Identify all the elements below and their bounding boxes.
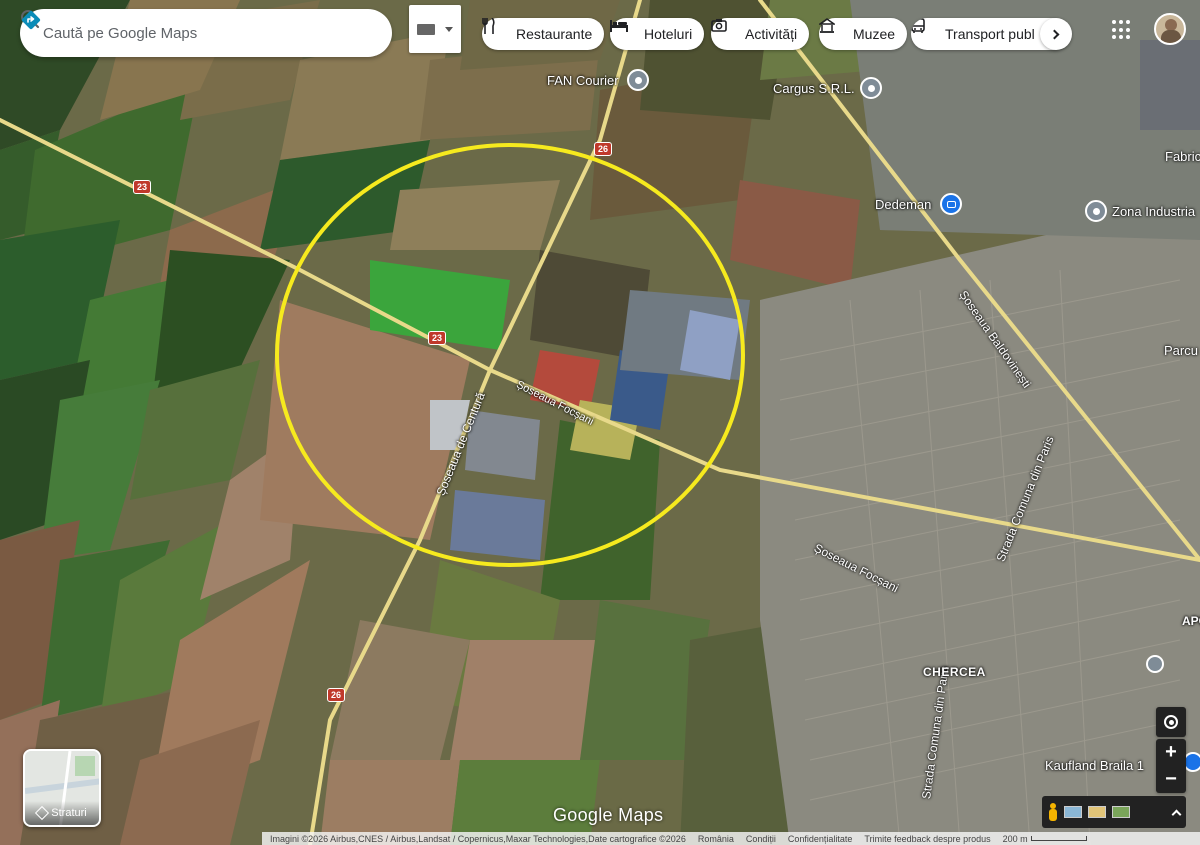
search-input[interactable] [20, 9, 306, 57]
layers-icon [35, 805, 50, 821]
keyboard-icon [417, 23, 435, 35]
category-restaurante[interactable]: Restaurante [482, 18, 605, 50]
zoom-controls: + − [1156, 739, 1186, 793]
imagery-thumb-1[interactable] [1064, 806, 1082, 818]
place-label-parc[interactable]: Parcu [1164, 343, 1198, 358]
chevron-right-icon [1049, 29, 1060, 39]
layers-label: Straturi [51, 807, 87, 819]
camera-icon [711, 19, 739, 43]
route-23-shield: 23 [133, 180, 151, 194]
place-label-cargus[interactable]: Cargus S.R.L. [773, 81, 855, 96]
attribution-footer: Imagini ©2026 Airbus,CNES / Airbus,Lands… [262, 832, 1200, 845]
category-label: Transport publ [945, 26, 1035, 42]
zoom-in-button[interactable]: + [1165, 739, 1177, 766]
satellite-map[interactable]: 23 23 26 26 Șoseaua de Centură Șoseaua F… [0, 0, 1200, 845]
imagery-thumb-2[interactable] [1088, 806, 1106, 818]
category-activitati[interactable]: Activități [711, 18, 810, 50]
place-label-kaufland[interactable]: Kaufland Braila 1 [1045, 758, 1144, 773]
category-hoteluri[interactable]: Hoteluri [610, 18, 705, 50]
categories-next-button[interactable] [1040, 18, 1072, 50]
poi-pin-icon[interactable] [627, 69, 649, 91]
place-label-zona-industriala[interactable]: Zona Industria [1112, 204, 1195, 219]
place-label-fabric[interactable]: Fabric [1165, 149, 1200, 164]
imagery-thumb-3[interactable] [1112, 806, 1130, 818]
street-view-strip [1042, 796, 1186, 828]
apps-grid-icon[interactable] [1112, 20, 1132, 40]
privacy-link[interactable]: Confidențialitate [788, 834, 853, 844]
google-maps-watermark: Google Maps [553, 805, 664, 825]
chevron-down-icon[interactable] [445, 26, 453, 32]
terms-link[interactable]: Condiții [746, 834, 776, 844]
fork-knife-icon [482, 18, 510, 43]
poi-pin-icon[interactable] [1085, 200, 1107, 222]
attribution-text: Imagini ©2026 Airbus,CNES / Airbus,Lands… [270, 833, 686, 844]
country-link[interactable]: România [698, 834, 734, 844]
pegman-icon[interactable] [1048, 803, 1058, 821]
keyboard-toggle[interactable] [409, 5, 461, 53]
satellite-imagery [0, 0, 1200, 845]
category-muzee[interactable]: Muzee [819, 18, 908, 50]
search-box [20, 9, 392, 57]
place-label-fan-courier[interactable]: FAN Courier [547, 73, 619, 88]
bus-stop-icon[interactable] [1146, 655, 1164, 673]
zoom-out-button[interactable]: − [1165, 766, 1177, 793]
poi-pin-icon[interactable] [860, 77, 882, 99]
place-label-dedeman[interactable]: Dedeman [875, 197, 931, 212]
scale-label: 200 m [1002, 833, 1028, 844]
avatar[interactable] [1154, 13, 1186, 45]
category-label: Hoteluri [644, 26, 693, 42]
my-location-button[interactable] [1156, 707, 1186, 737]
scale-bar[interactable]: 200 m [1003, 834, 1087, 844]
category-label: Activități [745, 26, 798, 42]
neighborhood-label-chercea: CHERCEA [923, 665, 986, 679]
category-label: Restaurante [516, 26, 593, 42]
place-label-apc[interactable]: APC [1182, 614, 1200, 628]
route-23-shield: 23 [428, 331, 446, 345]
bus-icon [911, 18, 939, 43]
museum-icon [819, 18, 847, 43]
my-location-icon [1164, 715, 1178, 729]
route-26-shield: 26 [594, 142, 612, 156]
shopping-bag-icon[interactable] [940, 193, 962, 215]
scale-line [1030, 836, 1087, 841]
bed-icon [610, 20, 638, 43]
layers-button[interactable]: Straturi [23, 749, 101, 827]
feedback-link[interactable]: Trimite feedback despre produs [864, 834, 990, 844]
category-label: Muzee [853, 26, 896, 42]
chevron-up-icon[interactable] [1171, 809, 1182, 819]
route-26-shield: 26 [327, 688, 345, 702]
